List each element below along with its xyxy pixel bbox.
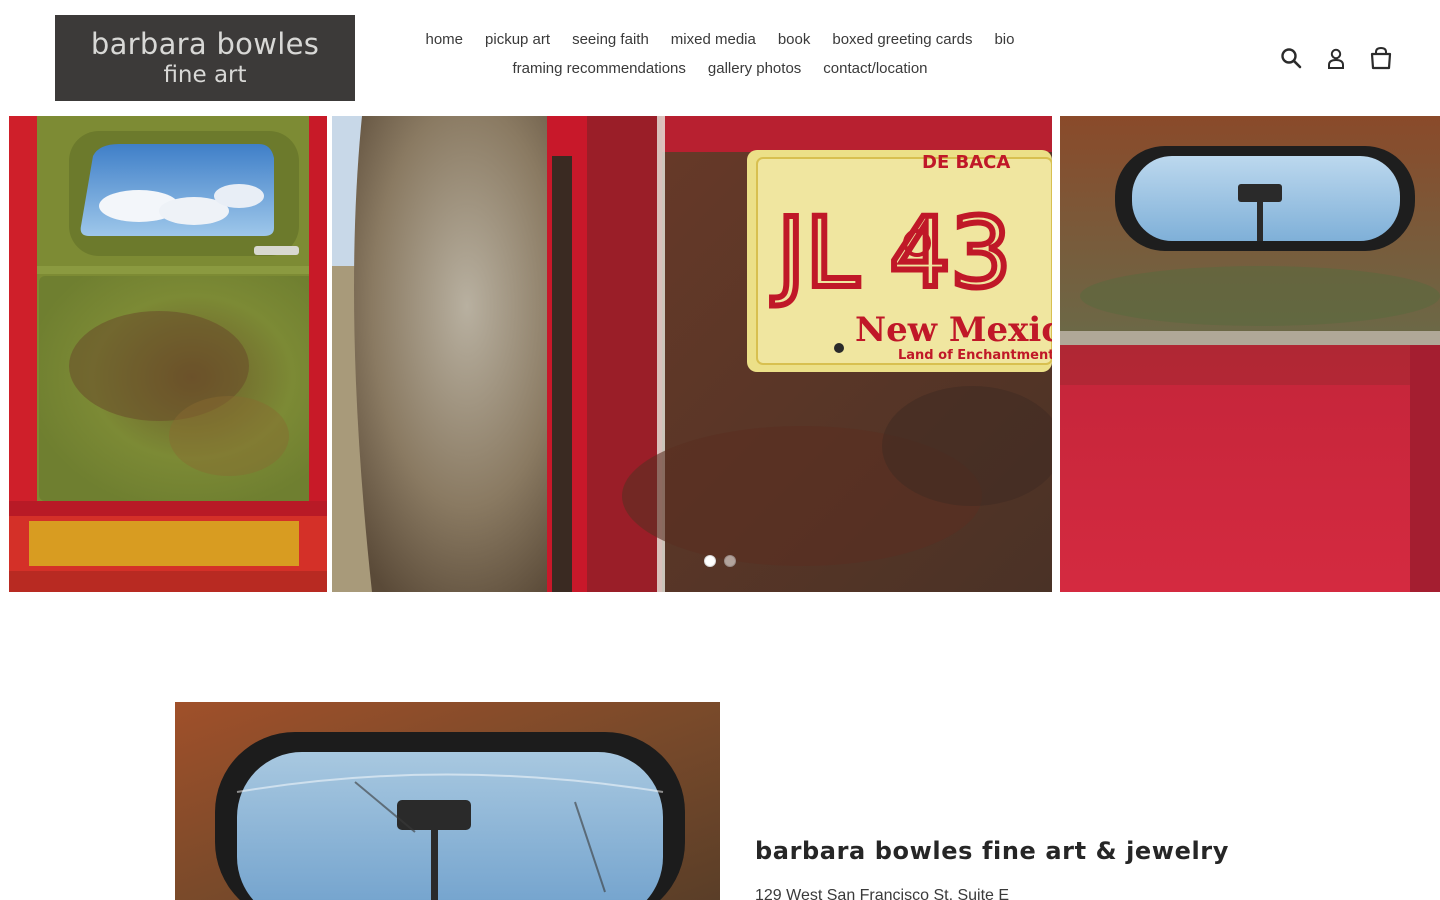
slide-dot-1[interactable] [704, 555, 716, 567]
nav-item-seeing-faith[interactable]: seeing faith [561, 30, 660, 50]
search-icon[interactable] [1274, 42, 1308, 74]
plate-county: DE BACA [922, 152, 1010, 173]
logo-line-1: barbara bowles [90, 26, 320, 61]
hero-slideshow[interactable]: DE BACA JL 43 New Mexic Land of Enchantm… [0, 116, 1440, 592]
nav-item-framing-recommendations[interactable]: framing recommendations [501, 59, 696, 79]
nav-item-mixed-media[interactable]: mixed media [660, 30, 767, 50]
slide-image-license-plate: DE BACA JL 43 New Mexic Land of Enchantm… [332, 116, 1052, 592]
feature-address: 129 West San Francisco St, Suite E [755, 887, 1010, 900]
feature-text: barbara bowles fine art & jewelry 129 We… [755, 836, 1355, 900]
feature-image-rear-window [175, 702, 720, 900]
nav-item-bio[interactable]: bio [983, 30, 1025, 50]
nav-item-home[interactable]: home [414, 30, 474, 50]
slide-image-rear-window [1060, 116, 1440, 592]
nav-item-boxed-greeting-cards[interactable]: boxed greeting cards [821, 30, 983, 50]
nav-row-1: home pickup art seeing faith mixed media… [405, 30, 1035, 50]
plate-motto: Land of Enchantment [898, 348, 1052, 363]
main-nav: home pickup art seeing faith mixed media… [405, 30, 1035, 79]
account-icon[interactable] [1319, 42, 1353, 74]
slide-dot-2[interactable] [724, 555, 736, 567]
nav-item-book[interactable]: book [767, 30, 822, 50]
cart-icon[interactable] [1364, 42, 1398, 74]
feature-title: barbara bowles fine art & jewelry [755, 837, 1229, 865]
plate-number: JL 43 [772, 197, 1011, 309]
nav-item-pickup-art[interactable]: pickup art [474, 30, 561, 50]
plate-state: New Mexic [855, 310, 1052, 350]
header-icons [1274, 42, 1398, 74]
site-logo[interactable]: barbara bowles fine art [55, 15, 355, 101]
nav-item-gallery-photos[interactable]: gallery photos [697, 59, 812, 79]
slide-image-green-truck-door [9, 116, 327, 592]
nav-row-2: framing recommendations gallery photos c… [405, 59, 1035, 79]
site-header: barbara bowles fine art home pickup art … [0, 0, 1440, 116]
nav-item-contact-location[interactable]: contact/location [812, 59, 938, 79]
logo-line-2: fine art [163, 61, 247, 88]
slideshow-dots [704, 555, 736, 567]
